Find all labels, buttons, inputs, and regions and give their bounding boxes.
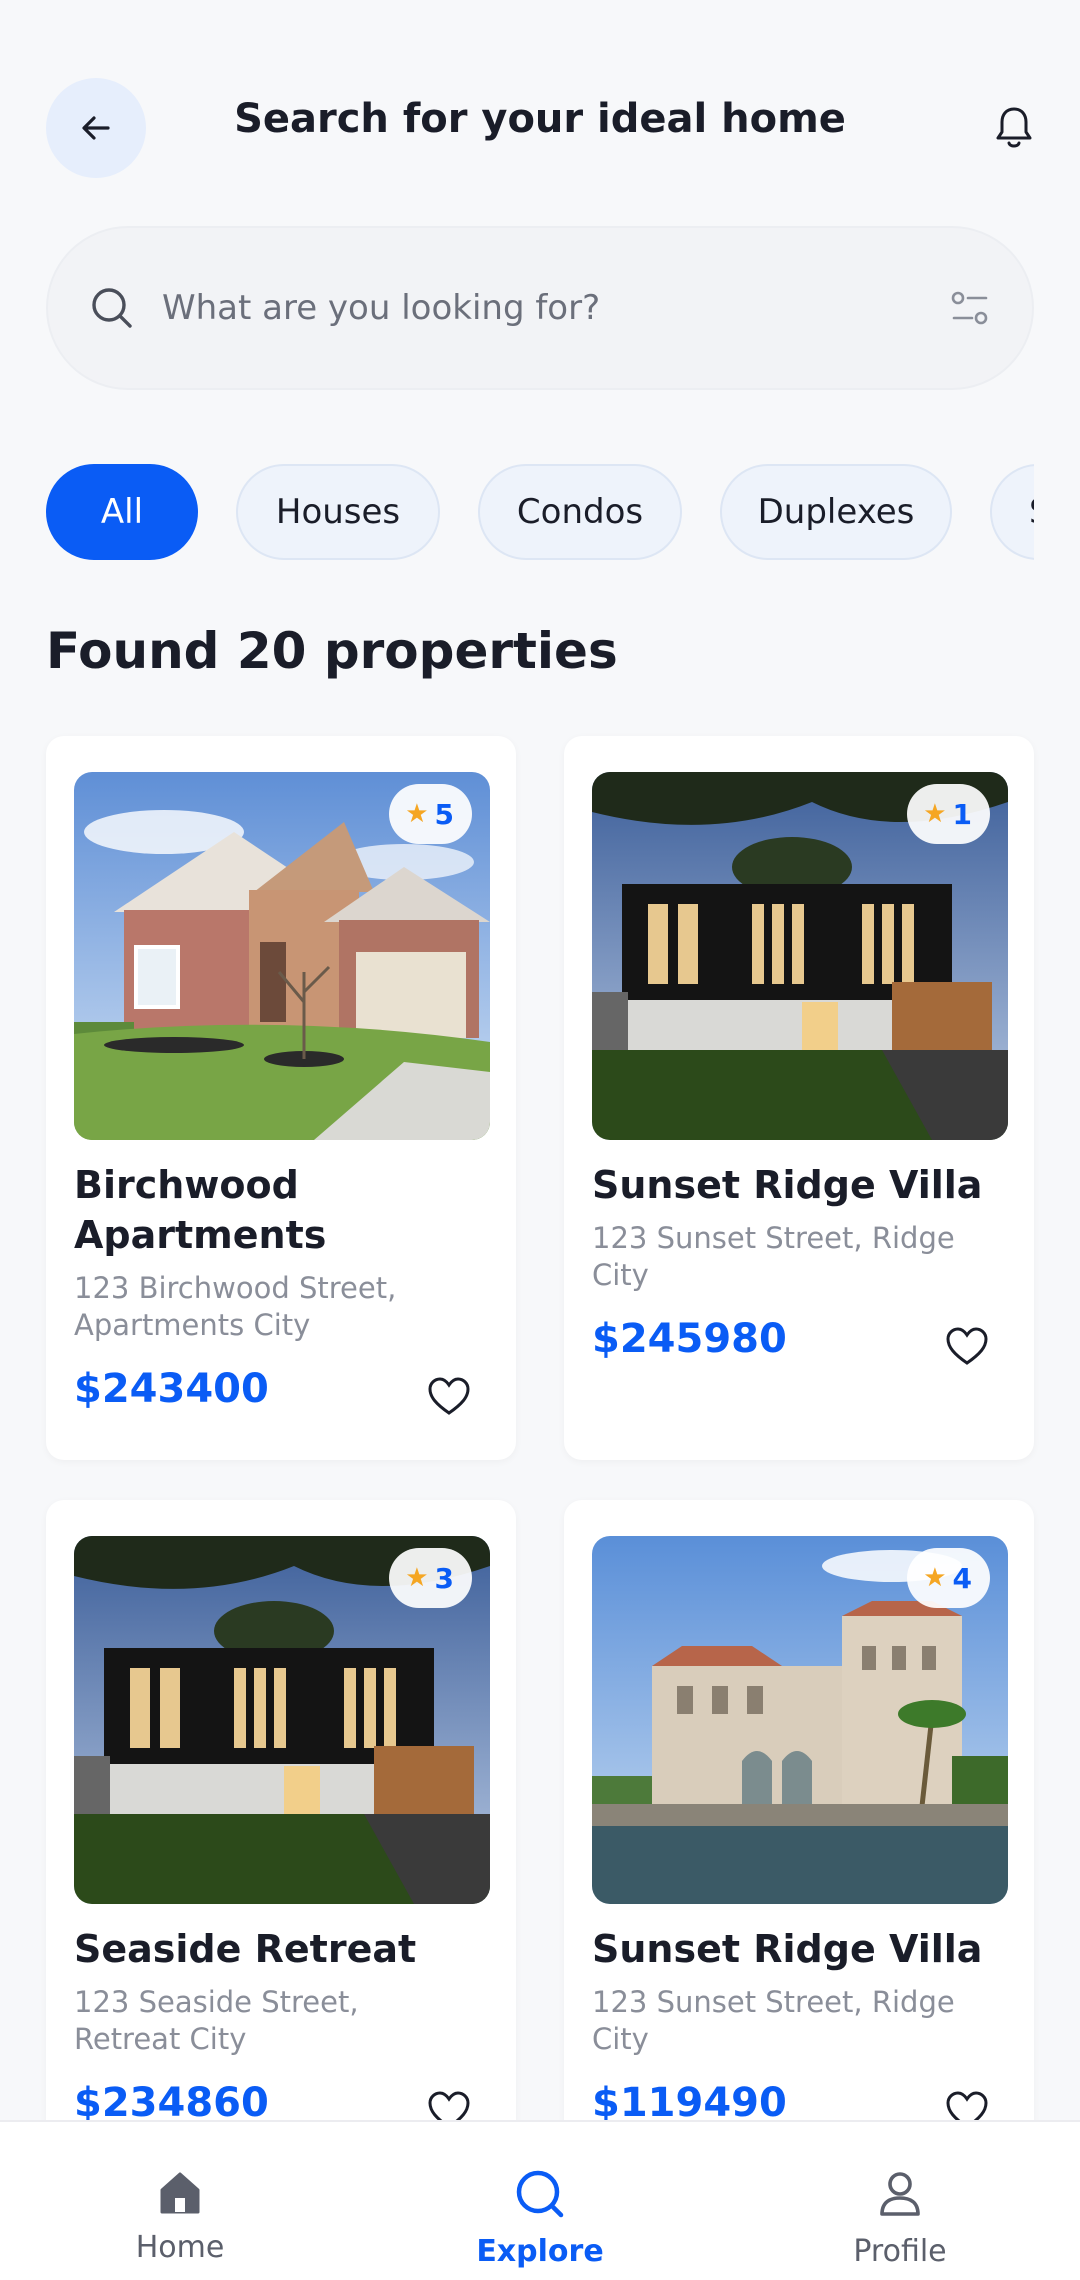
bell-icon — [996, 107, 1032, 148]
nav-item-home[interactable]: Home — [70, 2122, 290, 2280]
nav-label: Profile — [853, 2234, 947, 2269]
property-address: 123 Seaside Street, Retreat City — [74, 1985, 359, 2056]
property-photo: ★ 1 — [592, 772, 1008, 1140]
filter-icon[interactable] — [948, 288, 992, 328]
search-input[interactable] — [162, 288, 948, 328]
property-card[interactable]: ★ 4 Sunset Ridge Villa 123 Sunset Street… — [564, 1500, 1034, 2180]
category-chip-all[interactable]: All — [46, 464, 198, 560]
star-icon: ★ — [923, 799, 947, 829]
nav-label: Home — [135, 2230, 225, 2265]
bottom-navigation: Home Explore Profile — [0, 2120, 1080, 2280]
rating-badge: ★ 4 — [907, 1548, 990, 1608]
app-header: Search for your ideal home — [0, 0, 1080, 220]
category-chip-duplexes[interactable]: Duplexes — [720, 464, 952, 560]
property-card[interactable]: ★ 3 Seaside Retreat 123 Seaside Street, … — [46, 1500, 516, 2180]
star-icon: ★ — [405, 1563, 429, 1593]
rating-badge: ★ 1 — [907, 784, 990, 844]
rating-value: 5 — [434, 797, 454, 831]
page-title: Search for your ideal home — [234, 96, 846, 142]
property-price: $243400 — [74, 1366, 269, 1412]
results-count-title: Found 20 properties — [46, 622, 618, 680]
home-icon — [160, 2172, 200, 2214]
property-address: 123 Birchwood Street, Apartments City — [74, 1271, 397, 1342]
property-photo: ★ 5 — [74, 772, 490, 1140]
property-name: Seaside Retreat — [74, 1927, 417, 1971]
nav-item-profile[interactable]: Profile — [790, 2122, 1010, 2280]
notifications-button[interactable] — [990, 102, 1038, 154]
property-photo: ★ 4 — [592, 1536, 1008, 1904]
rating-value: 4 — [952, 1561, 972, 1595]
property-address: 123 Sunset Street, Ridge City — [592, 1221, 955, 1292]
property-price: $245980 — [592, 1316, 787, 1362]
property-photo: ★ 3 — [74, 1536, 490, 1904]
nav-label: Explore — [476, 2234, 604, 2269]
category-chip-houses[interactable]: Houses — [236, 464, 440, 560]
property-card[interactable]: ★ 1 Sunset Ridge Villa 123 Sunset Street… — [564, 736, 1034, 1460]
search-bar — [46, 226, 1034, 390]
property-name: Sunset Ridge Villa — [592, 1927, 983, 1971]
rating-badge: ★ 5 — [389, 784, 472, 844]
heart-icon[interactable] — [426, 1374, 472, 1418]
property-card[interactable]: ★ 5 Birchwood Apartments 123 Birchwood S… — [46, 736, 516, 1460]
category-chip-condos[interactable]: Condos — [478, 464, 682, 560]
property-name: Sunset Ridge Villa — [592, 1163, 983, 1207]
rating-value: 1 — [952, 797, 972, 831]
search-icon — [516, 2170, 564, 2218]
star-icon: ★ — [923, 1563, 947, 1593]
user-icon — [880, 2172, 920, 2216]
rating-value: 3 — [434, 1561, 454, 1595]
property-name: Birchwood Apartments — [74, 1163, 327, 1257]
property-address: 123 Sunset Street, Ridge City — [592, 1985, 955, 2056]
nav-item-explore[interactable]: Explore — [430, 2122, 650, 2280]
category-chip-studios[interactable]: Studios — [990, 464, 1034, 560]
category-filter: All Houses Condos Duplexes Studios — [46, 464, 1034, 562]
heart-icon[interactable] — [944, 1324, 990, 1368]
rating-badge: ★ 3 — [389, 1548, 472, 1608]
star-icon: ★ — [405, 799, 429, 829]
search-icon — [88, 284, 136, 332]
